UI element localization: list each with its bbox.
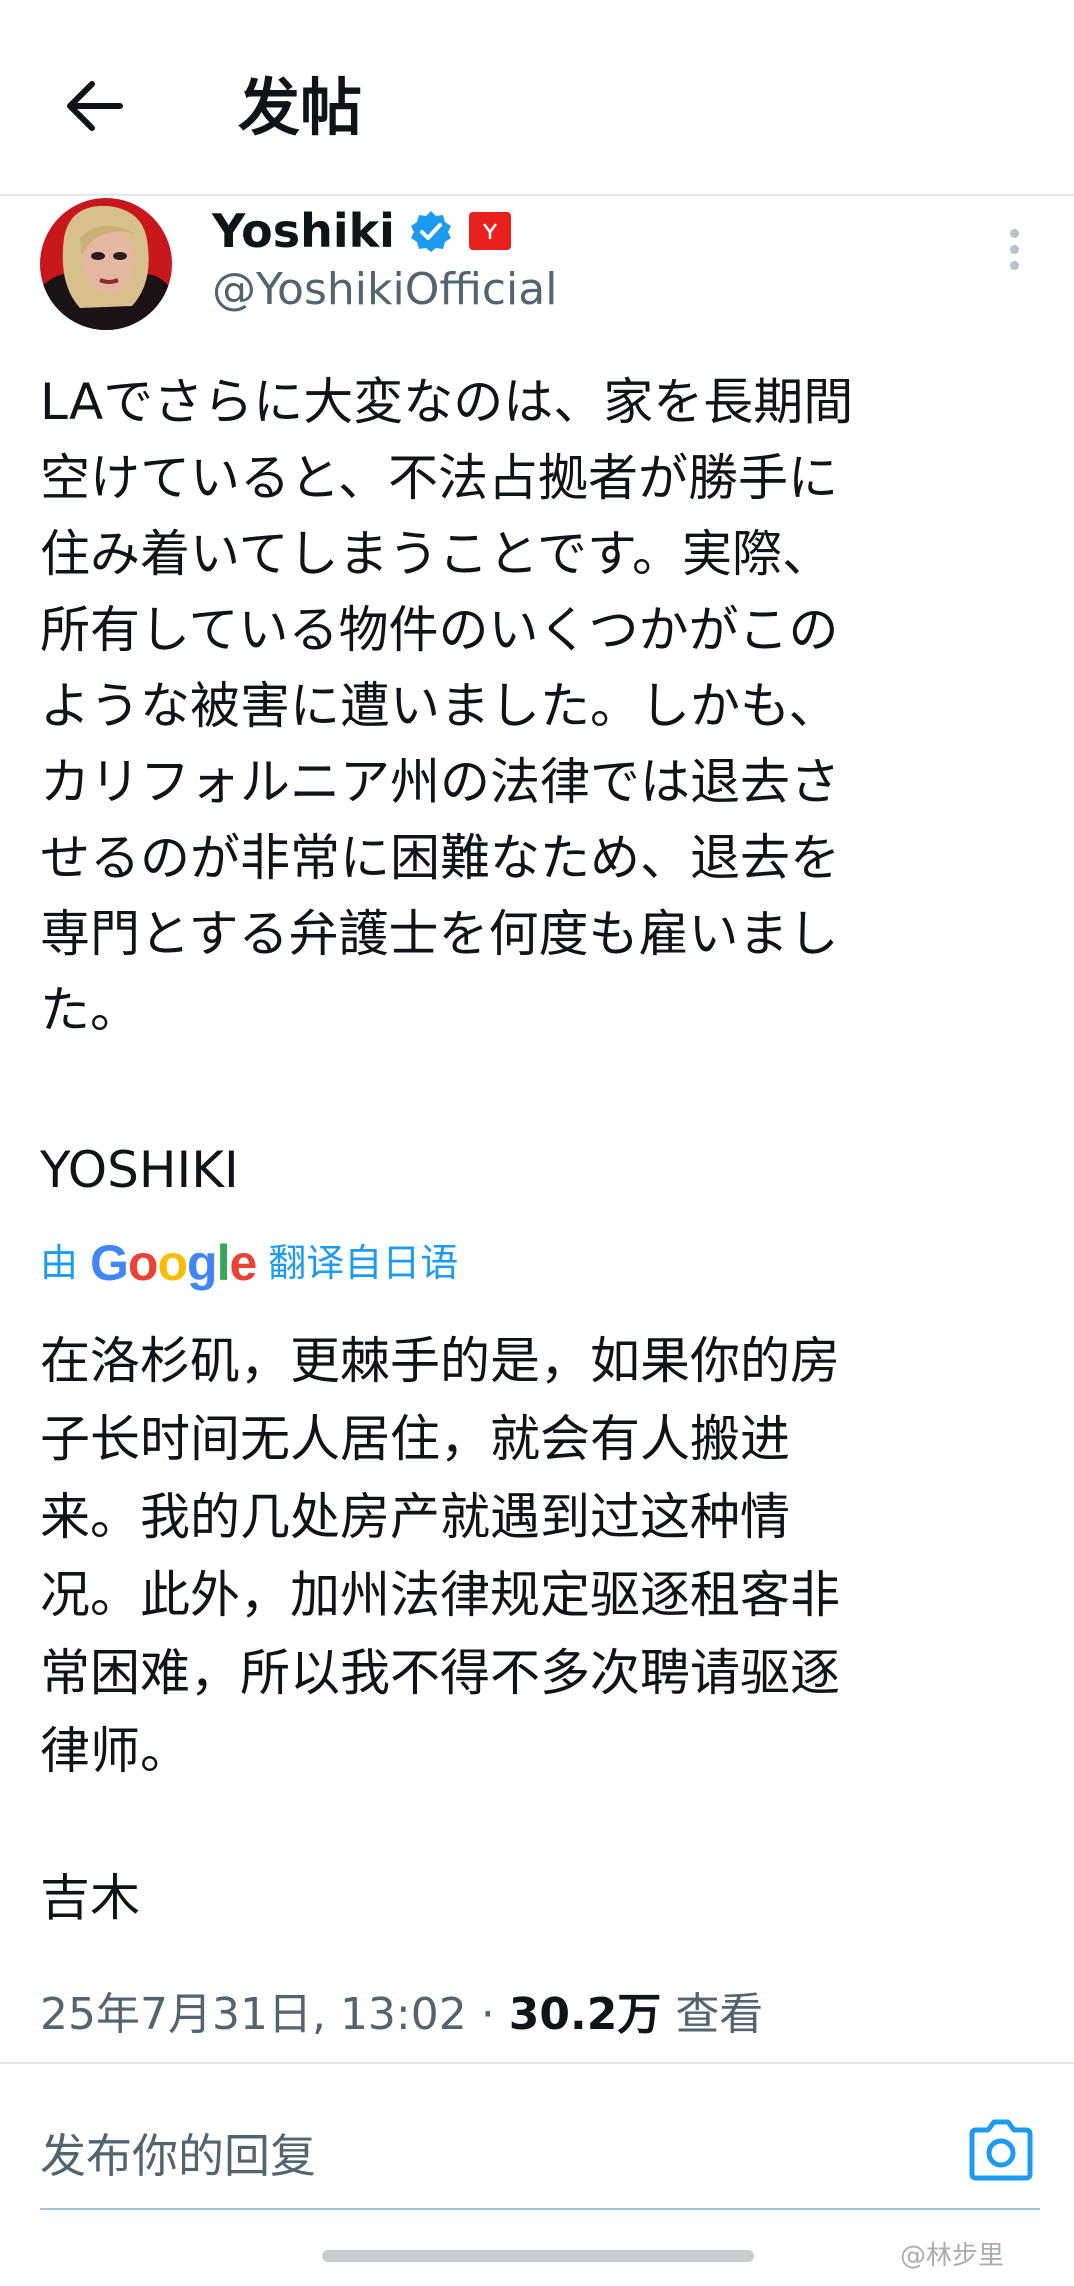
tweet-timestamp[interactable]: 25年7月31日, 13:02	[40, 1989, 467, 2040]
home-indicator[interactable]	[322, 2250, 754, 2262]
top-bar: 发帖	[0, 0, 1074, 196]
tweet-meta: 25年7月31日, 13:02 · 30.2万 查看	[40, 1982, 763, 2048]
camera-icon	[969, 2119, 1033, 2181]
reply-input[interactable]: 发布你的回复	[40, 2118, 920, 2194]
more-options-button[interactable]	[1000, 224, 1028, 278]
tweet-original-text: LAでさらに大変なのは、家を長期間 空けていると、不法占拠者が勝手に 住み着いて…	[40, 373, 854, 1039]
reply-underline	[40, 2208, 1040, 2210]
translation-prefix: 由	[40, 1241, 79, 1285]
translation-toggle[interactable]: 由 Google 翻译自日语	[40, 1228, 458, 1298]
author-name-row: Yoshiki	[212, 200, 511, 262]
google-logo: Google	[90, 1235, 257, 1291]
page-title: 发帖	[238, 71, 363, 144]
author-display-name[interactable]: Yoshiki	[212, 203, 395, 259]
views-label: 查看	[675, 1989, 764, 2040]
translation-suffix: 翻译自日语	[268, 1241, 459, 1285]
author-handle[interactable]: @YoshikiOfficial	[212, 262, 557, 318]
verified-badge-icon	[410, 211, 451, 252]
divider	[0, 2062, 1074, 2064]
tweet-translated-text: 在洛杉矶，更棘手的是，如果你的房 子长时间无人居住，就会有人搬进 来。我的几处房…	[40, 1332, 840, 1780]
affiliation-badge-icon[interactable]	[468, 212, 511, 250]
tweet-translated-signature: 吉木	[40, 1869, 140, 1927]
camera-button[interactable]	[966, 2118, 1036, 2184]
meta-separator: ·	[480, 1989, 495, 2040]
avatar[interactable]	[40, 198, 172, 330]
watermark: @林步里	[900, 2241, 1005, 2271]
more-dots-icon	[1009, 229, 1019, 238]
views-count: 30.2万	[508, 1989, 662, 2040]
tweet-original-signature: YOSHIKI	[40, 1141, 239, 1199]
back-button[interactable]	[58, 76, 128, 136]
arrow-left-icon	[67, 81, 123, 131]
